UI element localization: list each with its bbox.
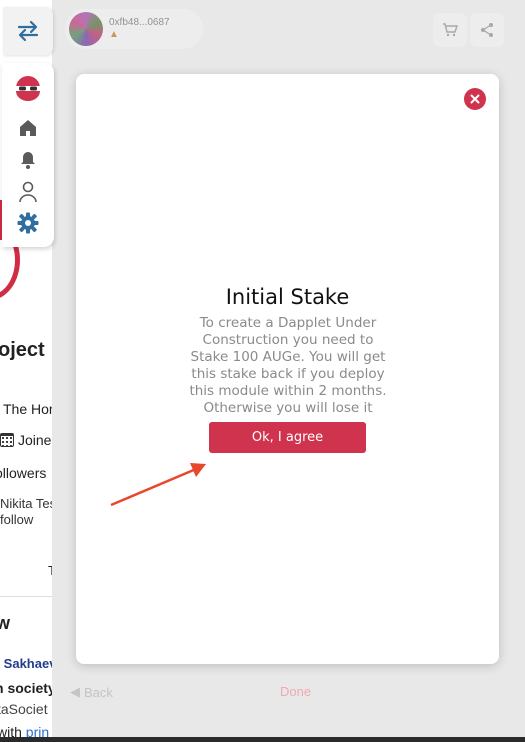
metamask-fox-icon: ▲: [109, 29, 119, 40]
bell-icon[interactable]: [16, 148, 40, 172]
user-icon[interactable]: [16, 180, 40, 204]
initial-stake-modal: Initial Stake To create a Dapplet Under …: [76, 74, 499, 664]
background-followers: ollowers: [0, 465, 47, 481]
background-follower-note: Nikita Tes follow: [0, 496, 56, 528]
background-joined: Joine: [0, 432, 51, 448]
cart-button[interactable]: [433, 13, 467, 47]
back-button[interactable]: ◀ Back: [70, 684, 113, 700]
avatar: [69, 12, 103, 46]
modal-body-text: To create a Dapplet Under Construction y…: [189, 315, 387, 416]
background-user-title: n society: [0, 680, 56, 696]
background-divider: [0, 596, 60, 597]
sidebar-toolbar: [2, 63, 54, 247]
calendar-icon: [0, 433, 14, 447]
wallet-chip[interactable]: 0xfb48...0687 ▲: [65, 9, 203, 49]
share-button[interactable]: [470, 13, 504, 47]
done-button[interactable]: Done: [280, 684, 311, 699]
back-label: Back: [84, 684, 113, 700]
home-icon[interactable]: [16, 116, 40, 140]
background-section-heading: w: [0, 613, 11, 633]
agree-button[interactable]: Ok, I agree: [209, 422, 366, 453]
background-user-name: r Sakhaev: [0, 656, 57, 671]
dapplets-logo-icon[interactable]: [12, 74, 44, 102]
gear-graphic: [17, 212, 39, 234]
cart-icon: [443, 23, 458, 37]
gear-icon[interactable]: [16, 211, 40, 235]
background-follower-name: Nikita Tes: [0, 496, 57, 511]
close-button[interactable]: [464, 88, 486, 110]
toggle-overlay-button[interactable]: [3, 7, 53, 55]
share-icon: [481, 23, 493, 37]
bottom-edge: [0, 737, 525, 742]
user-graphic: [19, 181, 37, 203]
background-joined-label: Joine: [18, 432, 52, 448]
background-user-handle: taSociet: [0, 701, 48, 717]
modal-title: Initial Stake: [225, 285, 350, 309]
background-description: The Hor: [3, 401, 54, 417]
bell-graphic: [21, 152, 35, 169]
background-project-title: oject: [0, 339, 45, 361]
home-graphic: [20, 120, 36, 136]
chevron-left-icon: ◀: [70, 684, 80, 699]
swap-arrows-icon: [17, 20, 39, 42]
wallet-address: 0xfb48...0687: [109, 17, 170, 28]
close-icon: [470, 94, 480, 104]
background-follower-label: follow: [0, 512, 34, 527]
dapplets-logo-graphic: [16, 76, 40, 101]
